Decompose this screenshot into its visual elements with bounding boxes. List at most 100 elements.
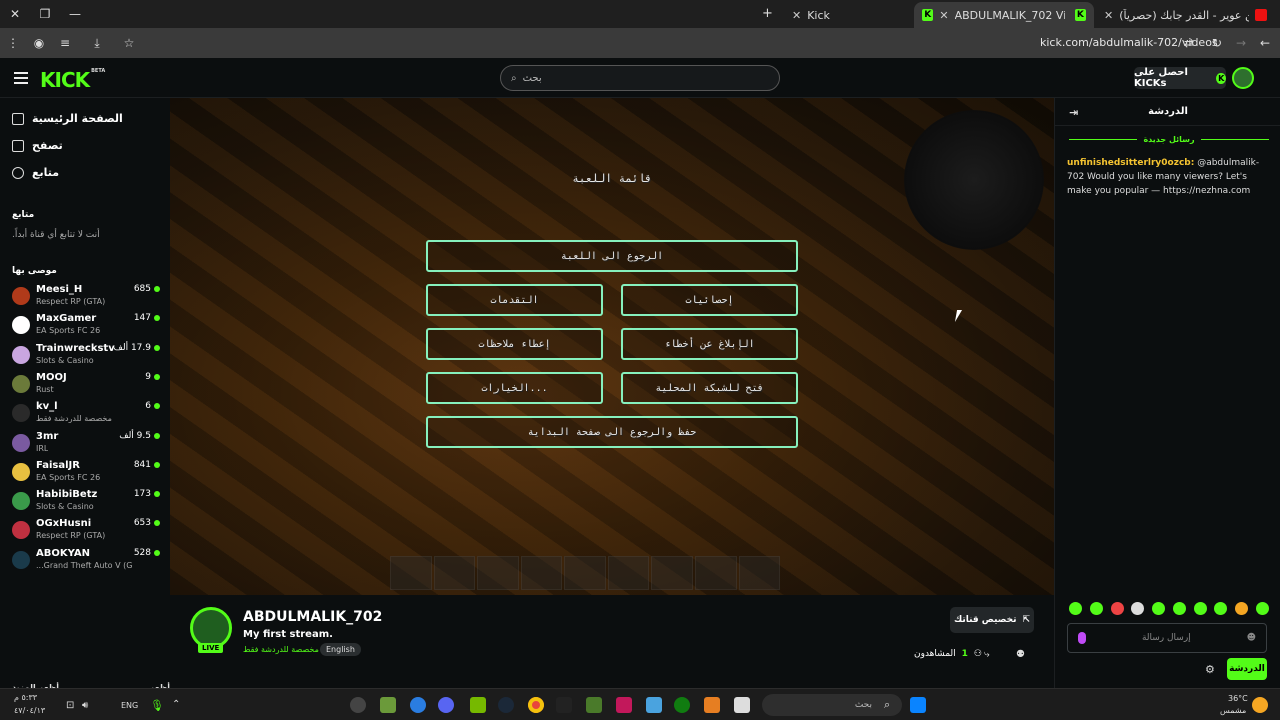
app-icon[interactable] bbox=[410, 697, 426, 713]
chat-username[interactable]: unfinishedsitterlry0ozcb: bbox=[1067, 158, 1194, 168]
recommended-channel[interactable]: Meesi_H Respect RP (GTA) 685 bbox=[12, 284, 160, 310]
chat-message-input[interactable]: إرسال رسالة ☻ bbox=[1067, 623, 1267, 653]
bookmark-star-icon[interactable]: ☆ bbox=[116, 28, 142, 58]
viewer-count: 147 bbox=[134, 313, 160, 323]
profile-icon[interactable]: ◉ bbox=[26, 28, 52, 58]
new-tab-icon[interactable]: + bbox=[762, 6, 773, 21]
emote-icon[interactable] bbox=[1089, 602, 1103, 615]
windows-start-icon[interactable] bbox=[910, 697, 926, 713]
network-icon[interactable]: ⊡ bbox=[66, 700, 74, 711]
download-icon[interactable]: ⤓ bbox=[84, 28, 110, 58]
emote-icon[interactable] bbox=[1069, 602, 1082, 615]
store-icon[interactable] bbox=[734, 697, 750, 713]
statistics-button[interactable]: إحصائيات bbox=[621, 284, 798, 316]
open-lan-button[interactable]: فتح للشبكة المحلية bbox=[621, 372, 798, 404]
minimize-window-icon[interactable]: — bbox=[60, 0, 90, 28]
nvidia-icon[interactable] bbox=[470, 697, 486, 713]
language-tag[interactable]: English bbox=[320, 643, 361, 656]
clock-date[interactable]: ٤٧/٠٤/١٣ bbox=[14, 706, 45, 715]
get-kicks-button[interactable]: احصل على KICKs K bbox=[1134, 67, 1226, 89]
emote-icon[interactable] bbox=[1255, 602, 1269, 615]
obs-icon[interactable] bbox=[350, 697, 366, 713]
recommended-channel[interactable]: MOOJ Rust 9 bbox=[12, 372, 160, 398]
emoji-picker-icon[interactable]: ☻ bbox=[1247, 633, 1256, 643]
reading-list-icon[interactable]: ≡ bbox=[52, 28, 78, 58]
viewer-count: 173 bbox=[134, 489, 160, 499]
save-and-quit-button[interactable]: حفظ والرجوع الى صفحة البداية bbox=[426, 416, 798, 448]
share-icon[interactable]: ⤷ bbox=[984, 649, 990, 660]
back-icon[interactable]: ← bbox=[1252, 28, 1278, 58]
xbox-icon[interactable] bbox=[674, 697, 690, 713]
tab-channel-videos[interactable]: K ✕ ABDULMALIK_702 Videos - Watch K bbox=[914, 2, 1094, 28]
close-tab-icon[interactable]: ✕ bbox=[939, 9, 948, 22]
emote-icon[interactable] bbox=[1172, 602, 1186, 615]
show-hidden-icons-icon[interactable]: ⌃ bbox=[172, 699, 180, 710]
close-tab-icon[interactable]: ✕ bbox=[792, 9, 801, 22]
recommended-channel[interactable]: FaisalJR EA Sports FC 26 841 bbox=[12, 460, 160, 486]
options-button[interactable]: الخيارات... bbox=[426, 372, 603, 404]
emote-icon[interactable] bbox=[1193, 602, 1207, 615]
customize-channel-button[interactable]: تخصيص قناتك ⇱ bbox=[950, 607, 1034, 633]
chrome-icon[interactable] bbox=[528, 697, 544, 713]
minecraft-launcher-icon[interactable] bbox=[586, 697, 602, 713]
reload-icon[interactable]: ↻ bbox=[1204, 28, 1230, 58]
game-launcher-icon[interactable] bbox=[556, 697, 572, 713]
search-input[interactable]: ⌕ بحث bbox=[500, 65, 780, 91]
taskbar-search[interactable]: بحث bbox=[762, 694, 902, 716]
recommended-channel[interactable]: MaxGamer EA Sports FC 26 147 bbox=[12, 313, 160, 339]
kick-logo[interactable]: KICK BETA bbox=[40, 68, 105, 92]
recommended-channel[interactable]: Trainwreckstv Slots & Casino 17.9 ألف bbox=[12, 343, 160, 369]
report-bugs-button[interactable]: الإبلاغ عن أخطاء bbox=[621, 328, 798, 360]
recommended-channel[interactable]: ABOKYAN Grand Theft Auto V (G... 528 bbox=[12, 548, 160, 574]
input-language[interactable]: ENG bbox=[121, 701, 138, 710]
weather-temp[interactable]: 36°C bbox=[1228, 694, 1248, 703]
emote-icon[interactable] bbox=[1131, 602, 1145, 615]
steam-icon[interactable] bbox=[498, 697, 514, 713]
viewer-count: 9 bbox=[145, 372, 160, 382]
sidebar-item-browse[interactable]: تصفح bbox=[12, 139, 162, 152]
hamburger-menu-icon[interactable] bbox=[14, 72, 28, 84]
tab-youtube[interactable]: ✕ بندر بن عوير - القدر جابك (حصرياً) bbox=[1096, 2, 1280, 28]
volume-icon[interactable]: 🔊︎ bbox=[82, 700, 88, 711]
game-hotbar bbox=[390, 556, 781, 590]
feedback-button[interactable]: إعطاء ملاحظات bbox=[426, 328, 603, 360]
close-tab-icon[interactable]: ✕ bbox=[1104, 9, 1113, 22]
recommended-channel[interactable]: 3mr IRL 9.5 ألف bbox=[12, 431, 160, 457]
app-icon[interactable] bbox=[646, 697, 662, 713]
clock-time[interactable]: ٥:٣٣ م bbox=[14, 693, 37, 702]
beta-badge: BETA bbox=[91, 68, 106, 74]
channel-avatar bbox=[12, 550, 30, 569]
stream-category-link[interactable]: مخصصة للدردشة فقط bbox=[243, 645, 319, 654]
collapse-chat-icon[interactable]: ⇥ bbox=[1069, 106, 1078, 119]
send-chat-button[interactable]: الدردشة bbox=[1227, 658, 1267, 680]
sidebar-item-following[interactable]: متابع bbox=[12, 166, 162, 179]
discord-icon[interactable] bbox=[438, 697, 454, 713]
forward-icon[interactable]: → bbox=[1228, 28, 1254, 58]
sidebar-item-home[interactable]: الصفحة الرئيسية bbox=[12, 112, 162, 125]
viewer-count: 528 bbox=[134, 548, 160, 558]
tab-kick[interactable]: ✕ Kick bbox=[784, 2, 914, 28]
menu-dots-icon[interactable]: ⋮ bbox=[0, 28, 26, 58]
user-avatar[interactable] bbox=[1232, 67, 1254, 89]
app-icon[interactable] bbox=[704, 697, 720, 713]
advancements-button[interactable]: التقدمات bbox=[426, 284, 603, 316]
recommended-channel[interactable]: HabibiBetz Slots & Casino 173 bbox=[12, 489, 160, 515]
restore-window-icon[interactable]: ❐ bbox=[30, 0, 60, 28]
video-player[interactable]: قائمة اللعبة الرجوع الى اللعبة التقدمات … bbox=[170, 98, 1054, 595]
mic-tray-icon[interactable]: 🎙︎ bbox=[150, 699, 164, 712]
microphone-icon[interactable] bbox=[1078, 632, 1086, 644]
chat-settings-gear-icon[interactable]: ⚙ bbox=[1205, 663, 1215, 676]
recommended-channel[interactable]: OGxHusni Respect RP (GTA) 653 bbox=[12, 518, 160, 544]
emote-icon[interactable] bbox=[1214, 602, 1228, 615]
recommended-channel[interactable]: kv_l مخصصة للدردشة فقط 6 bbox=[12, 401, 160, 427]
emote-icon[interactable] bbox=[1235, 602, 1249, 615]
emote-icon[interactable] bbox=[1110, 602, 1124, 615]
emote-icon[interactable] bbox=[1152, 602, 1166, 615]
minecraft-icon[interactable] bbox=[380, 697, 396, 713]
channel-name[interactable]: ABDULMALIK_702 bbox=[243, 609, 382, 625]
site-settings-icon[interactable]: ⇄ bbox=[1176, 28, 1202, 58]
follow-user-icon[interactable]: ⚉ bbox=[1016, 649, 1025, 660]
app-icon[interactable] bbox=[616, 697, 632, 713]
close-window-icon[interactable]: ✕ bbox=[0, 0, 30, 28]
back-to-game-button[interactable]: الرجوع الى اللعبة bbox=[426, 240, 798, 272]
